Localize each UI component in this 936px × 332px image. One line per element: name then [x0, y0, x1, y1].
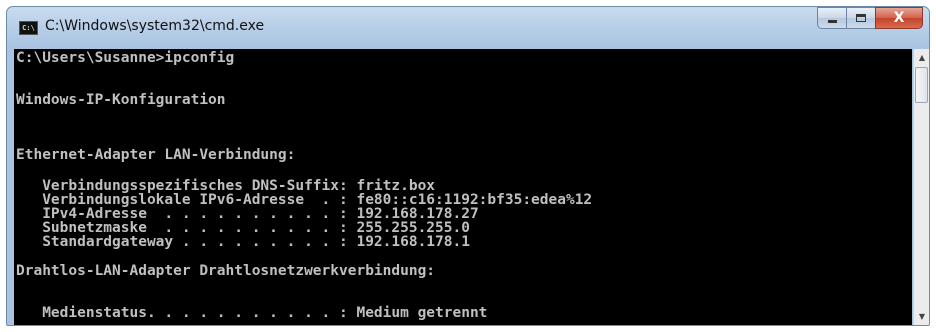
- minimize-button[interactable]: [817, 7, 846, 29]
- close-button[interactable]: X: [875, 7, 923, 29]
- vertical-scrollbar[interactable]: ▲ ▼: [913, 49, 929, 325]
- console-line: Verbindungsspezifisches DNS-Suffix: frit…: [16, 178, 436, 194]
- console-output[interactable]: C:\Users\Susanne>ipconfig Windows-IP-Kon…: [14, 49, 912, 325]
- scrollbar-thumb[interactable]: [915, 67, 928, 103]
- console-line: Drahtlos-LAN-Adapter Drahtlosnetzwerkver…: [16, 263, 436, 279]
- console-line: Medienstatus. . . . . . . . . . . : Medi…: [16, 305, 488, 321]
- console-line: C:\Users\Susanne>ipconfig: [16, 50, 235, 66]
- console-line: IPv4-Adresse . . . . . . . . . . : 192.1…: [16, 206, 479, 222]
- caption-buttons: X: [817, 7, 923, 29]
- console-line: Subnetzmaske . . . . . . . . . . : 255.2…: [16, 220, 470, 236]
- maximize-button[interactable]: [846, 7, 875, 29]
- window-title: C:\Windows\system32\cmd.exe: [45, 18, 265, 34]
- console-line: Ethernet-Adapter LAN-Verbindung:: [16, 147, 296, 163]
- console-line: Verbindungslokale IPv6-Adresse . : fe80:…: [16, 192, 593, 208]
- cmd-window: C:\ C:\Windows\system32\cmd.exe X C:\Use…: [6, 6, 930, 326]
- close-icon: X: [893, 10, 905, 26]
- maximize-icon: [856, 14, 866, 22]
- scroll-down-icon[interactable]: ▼: [914, 308, 929, 325]
- minimize-icon: [827, 20, 837, 23]
- title-bar[interactable]: C:\ C:\Windows\system32\cmd.exe X: [7, 7, 929, 47]
- scroll-up-icon[interactable]: ▲: [914, 49, 929, 66]
- cmd-icon[interactable]: C:\: [19, 21, 38, 35]
- console-line: Standardgateway . . . . . . . . . : 192.…: [16, 234, 470, 250]
- console-line: Windows-IP-Konfiguration: [16, 92, 226, 108]
